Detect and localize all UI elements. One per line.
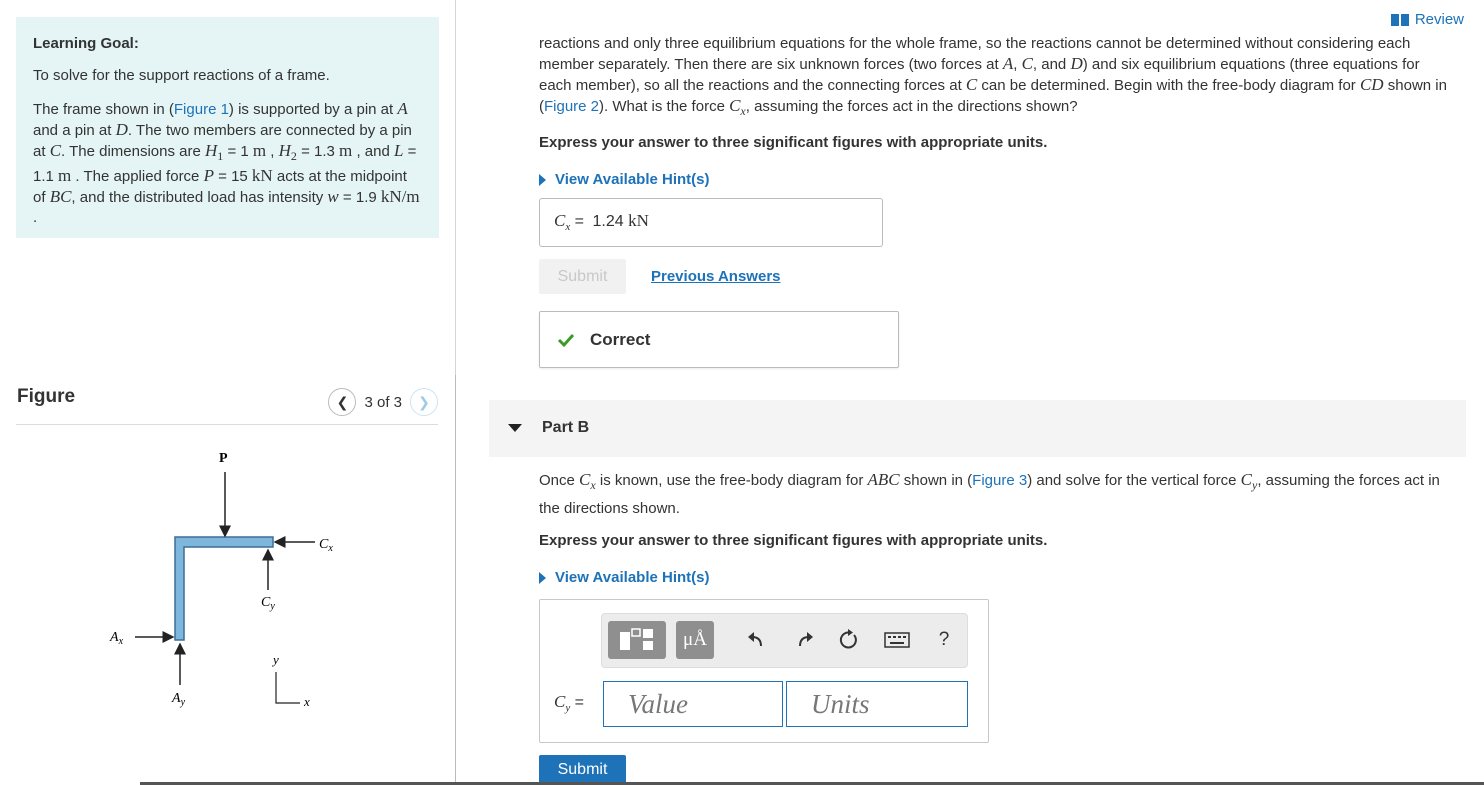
- figure-page-count: 3 of 3: [364, 393, 402, 411]
- axis-label-y: y: [271, 652, 279, 667]
- part-b-paragraph: Once Cx is known, use the free-body diag…: [539, 470, 1440, 517]
- chevron-left-icon[interactable]: ❮: [328, 388, 357, 416]
- part-a-instruction: Express your answer to three significant…: [539, 134, 1048, 151]
- check-icon: [557, 333, 575, 347]
- part-b-submit-button[interactable]: Submit: [539, 755, 626, 785]
- part-a-question: reactions and only three equilibrium equ…: [539, 34, 1454, 190]
- part-b-label: Part B: [542, 419, 590, 436]
- problem-statement: The frame shown in (Figure 1) is support…: [33, 99, 420, 226]
- part-b-hint-toggle[interactable]: View Available Hint(s): [539, 566, 1454, 590]
- answer-value: 1.24: [592, 213, 624, 230]
- triangle-right-icon: [539, 572, 546, 584]
- part-b-question: Once Cx is known, use the free-body diag…: [539, 468, 1454, 590]
- label-p: P: [219, 451, 228, 466]
- previous-answers-link[interactable]: Previous Answers: [651, 268, 781, 285]
- keyboard-icon[interactable]: [878, 621, 916, 659]
- answer-unit: kN: [628, 211, 649, 230]
- math-toolbar: μÅ ?: [601, 613, 968, 668]
- templates-icon: [620, 628, 653, 650]
- triangle-right-icon: [539, 174, 546, 186]
- reset-icon[interactable]: [830, 621, 868, 659]
- figure-title: Figure: [17, 386, 76, 407]
- triangle-down-icon: [508, 424, 522, 432]
- review-link[interactable]: Review: [1390, 11, 1464, 28]
- templates-button[interactable]: [608, 621, 666, 659]
- left-panel: Learning Goal: To solve for the support …: [0, 0, 455, 785]
- figure-3-link[interactable]: Figure 3: [972, 472, 1027, 489]
- part-b-answer-panel: μÅ ? Cy = Value Units: [539, 599, 989, 743]
- part-a-submit-button: Submit: [539, 259, 626, 294]
- frame-member-abc: [174, 536, 274, 641]
- figure-2-link[interactable]: Figure 2: [544, 98, 599, 115]
- feedback-status: Correct: [590, 329, 651, 349]
- units-input[interactable]: Units: [786, 681, 968, 727]
- undo-icon[interactable]: [737, 621, 775, 659]
- coordinate-axes: [275, 672, 300, 704]
- help-button[interactable]: ?: [925, 621, 963, 659]
- part-a-answer: Cx = 1.24 kN: [539, 198, 883, 247]
- part-a-hint-toggle[interactable]: View Available Hint(s): [539, 170, 1454, 190]
- review-label: Review: [1414, 11, 1464, 28]
- part-b-instruction: Express your answer to three significant…: [539, 532, 1048, 549]
- cy-input-label: Cy =: [554, 692, 585, 715]
- learning-goal-title: Learning Goal:: [33, 35, 139, 52]
- column-divider-lower: [455, 375, 456, 785]
- value-input[interactable]: Value: [603, 681, 783, 727]
- label-ay: Ay: [171, 691, 186, 708]
- part-b-header[interactable]: Part B: [489, 400, 1466, 457]
- figure-header: Figure ❮ 3 of 3 ❯: [16, 384, 438, 425]
- units-button[interactable]: μÅ: [676, 621, 714, 659]
- label-ax: Ax: [109, 630, 124, 647]
- label-cx: Cx: [319, 537, 333, 554]
- free-body-diagram: P Cx Cy Ax Ay y x: [109, 451, 333, 709]
- part-a-paragraph: reactions and only three equilibrium equ…: [539, 35, 1447, 118]
- figure-pager: ❮ 3 of 3 ❯: [328, 388, 438, 416]
- axis-label-x: x: [303, 694, 310, 709]
- chevron-right-icon[interactable]: ❯: [410, 388, 438, 416]
- redo-icon[interactable]: [786, 621, 824, 659]
- correct-feedback: Correct: [539, 311, 899, 368]
- learning-goal-box: Learning Goal: To solve for the support …: [16, 17, 439, 238]
- learning-goal-text: To solve for the support reactions of a …: [33, 67, 330, 84]
- figure-1-link[interactable]: Figure 1: [174, 101, 229, 118]
- label-cy: Cy: [261, 595, 275, 612]
- book-icon: [1390, 13, 1409, 26]
